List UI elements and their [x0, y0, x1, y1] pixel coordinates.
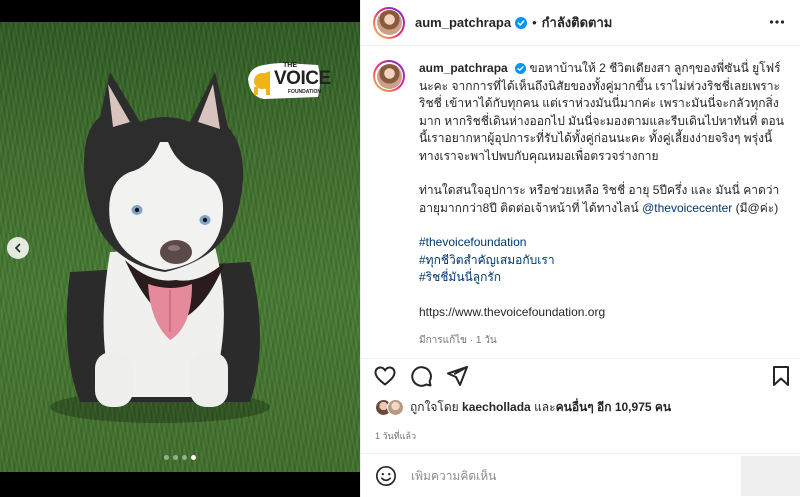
header-separator: • [532, 15, 537, 30]
logo-text-foundation: FOUNDATION [288, 89, 321, 95]
hashtag-link[interactable]: #thevoicefoundation [419, 234, 791, 252]
bookmark-icon[interactable] [769, 364, 793, 388]
post-side-panel: aum_patchrapa • กำลังติดตาม aum_patchrap… [360, 0, 800, 497]
logo-text-voice: VOICE [274, 68, 331, 89]
likes-others-link[interactable]: คนอื่นๆ อีก 10,975 คน [556, 400, 672, 414]
verified-badge-icon [515, 16, 528, 29]
action-bar [361, 358, 800, 394]
post-media: THE VOICE FOUNDATION [0, 0, 360, 497]
caption: aum_patchrapa ขอหาบ้านให้ 2 ชีวิตเดียงสา… [373, 60, 793, 350]
caption-url[interactable]: https://www.thevoicefoundation.org [419, 304, 791, 322]
comment-input[interactable] [411, 468, 731, 483]
header-username[interactable]: aum_patchrapa [415, 15, 511, 30]
liker-username-link[interactable]: kaechollada [462, 400, 531, 414]
chevron-left-icon [14, 243, 21, 253]
likes-text: ถูกใจโดย kaechollada และคนอื่นๆ อีก 10,9… [410, 398, 671, 417]
caption-username[interactable]: aum_patchrapa [419, 61, 508, 75]
likes-prefix: ถูกใจโดย [410, 400, 463, 414]
post-timestamp[interactable]: 1 วันที่แล้ว [375, 429, 416, 443]
carousel-dot-active [191, 455, 196, 460]
the-voice-foundation-logo: THE VOICE FOUNDATION [244, 57, 331, 105]
hashtag-link[interactable]: #ทุกชีวิตสำคัญเสมอกับเรา [419, 252, 791, 270]
caption-avatar[interactable] [373, 60, 405, 92]
carousel-indicator [164, 455, 196, 460]
liker-avatar[interactable] [387, 399, 404, 416]
comment-bar [361, 453, 800, 497]
post-image[interactable]: THE VOICE FOUNDATION [0, 22, 360, 472]
post-dialog: THE VOICE FOUNDATION aum_patchrapa • กำล… [0, 0, 800, 497]
caption-body: aum_patchrapa ขอหาบ้านให้ 2 ชีวิตเดียงสา… [419, 60, 791, 350]
caption-hashtags: #thevoicefoundation #ทุกชีวิตสำคัญเสมอกั… [419, 234, 791, 287]
post-header: aum_patchrapa • กำลังติดตาม [361, 0, 800, 46]
carousel-dot [173, 455, 178, 460]
emoji-icon[interactable] [375, 465, 397, 487]
caption-text-1: ขอหาบ้านให้ 2 ชีวิตเดียงสา ลูกๆของพี่ซัน… [419, 61, 784, 163]
more-options-icon[interactable] [769, 14, 785, 30]
heart-icon[interactable] [373, 364, 397, 388]
post-comment-button[interactable] [741, 456, 800, 496]
caption-text-2-end: (มี@ค่ะ) [732, 200, 779, 215]
mention-link[interactable]: @thevoicecenter [642, 201, 732, 215]
hashtag-link[interactable]: #ริชชี่มันนี่ลูกรัก [419, 269, 791, 287]
likes-middle: และ [530, 400, 556, 414]
caption-meta: มีการแก้ไข · 1 วัน [419, 335, 497, 346]
carousel-dot [164, 455, 169, 460]
comment-icon[interactable] [409, 364, 433, 388]
verified-badge-icon [515, 63, 527, 74]
carousel-previous-button[interactable] [7, 237, 29, 259]
following-button[interactable]: กำลังติดตาม [542, 12, 613, 33]
avatar[interactable] [373, 6, 405, 39]
likes-summary: ถูกใจโดย kaechollada และคนอื่นๆ อีก 10,9… [375, 398, 671, 417]
caption-paragraph-2: ท่านใดสนใจอุปการะ หรือช่วยเหลือ ริชชี่ อ… [419, 182, 791, 217]
caption-paragraph-1: aum_patchrapa ขอหาบ้านให้ 2 ชีวิตเดียงสา… [419, 60, 791, 165]
share-icon[interactable] [445, 364, 469, 388]
carousel-dot [182, 455, 187, 460]
